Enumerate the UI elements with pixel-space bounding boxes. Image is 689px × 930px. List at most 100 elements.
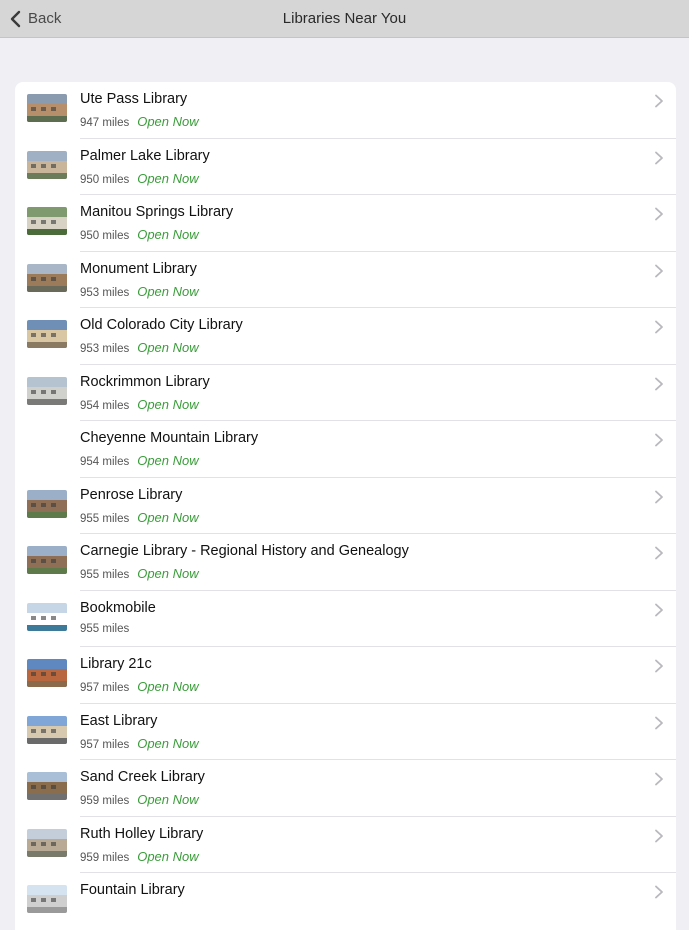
library-meta: 959 miles Open Now	[80, 792, 199, 807]
library-row[interactable]: Palmer Lake Library 950 miles Open Now	[15, 139, 676, 195]
library-list: Ute Pass Library 947 miles Open Now Palmer …	[15, 82, 676, 930]
back-button[interactable]: Back	[6, 0, 61, 37]
library-name: Monument Library	[80, 260, 197, 277]
library-name: Ute Pass Library	[80, 91, 188, 107]
library-thumbnail	[27, 885, 67, 913]
library-thumbnail	[27, 602, 67, 631]
library-meta: 947 miles Open Now	[80, 114, 199, 129]
library-thumbnail	[27, 772, 67, 800]
library-meta: 955 miles	[80, 623, 137, 635]
chevron-right-icon	[654, 264, 664, 278]
chevron-right-icon	[654, 546, 664, 560]
navigation-bar: Back Libraries Near You	[0, 0, 689, 38]
library-thumbnail	[27, 150, 67, 179]
chevron-right-icon	[654, 603, 664, 617]
library-meta: 954 miles Open Now	[80, 397, 199, 412]
library-name: Library 21c	[80, 656, 152, 672]
open-status: Open Now	[137, 679, 199, 694]
library-name: Old Colorado City Library	[80, 317, 243, 333]
chevron-right-icon	[654, 829, 664, 843]
library-row[interactable]: Carnegie Library - Regional History and …	[15, 534, 676, 591]
library-thumbnail-empty	[27, 433, 67, 461]
library-thumbnail	[27, 320, 67, 348]
library-row[interactable]: Ute Pass Library 947 miles Open Now	[15, 82, 676, 139]
library-distance: 950 miles	[80, 173, 130, 186]
library-row[interactable]: Rockrimmon Library 954 miles Open Now	[15, 365, 676, 421]
library-meta: 953 miles Open Now	[80, 284, 199, 299]
library-distance: 953 miles	[80, 286, 130, 299]
library-row[interactable]: Manitou Springs Library 950 miles Open Now	[15, 195, 676, 252]
library-name: Palmer Lake Library	[80, 147, 210, 164]
library-name: Manitou Springs Library	[80, 204, 234, 220]
library-meta: 953 miles Open Now	[80, 340, 199, 355]
chevron-right-icon	[654, 94, 664, 108]
library-thumbnail	[27, 715, 67, 744]
library-meta: 955 miles Open Now	[80, 510, 199, 525]
library-row[interactable]: Cheyenne Mountain Library 954 miles Open N…	[15, 421, 676, 478]
chevron-right-icon	[654, 772, 664, 786]
open-status: Open Now	[137, 170, 199, 186]
library-distance: 955 miles	[80, 569, 130, 581]
library-thumbnail	[27, 263, 67, 292]
library-thumbnail	[27, 489, 67, 518]
library-meta: 950 miles Open Now	[80, 227, 199, 242]
chevron-right-icon	[654, 377, 664, 391]
library-name: Rockrimmon Library	[80, 373, 210, 390]
library-name: Penrose Library	[80, 486, 183, 503]
library-row[interactable]: East Library 957 miles Open Now	[15, 704, 676, 760]
open-status: Open Now	[137, 566, 199, 581]
library-meta: 959 miles Open Now	[80, 849, 199, 864]
library-distance: 955 miles	[80, 622, 130, 635]
library-row[interactable]: Bookmobile 955 miles	[15, 591, 676, 647]
open-status: Open Now	[137, 283, 199, 299]
library-thumbnail	[27, 94, 67, 122]
open-status: Open Now	[137, 396, 199, 412]
open-status: Open Now	[137, 453, 199, 468]
library-meta: 955 miles Open Now	[80, 566, 199, 581]
library-distance: 957 miles	[80, 738, 130, 751]
library-name: Fountain Library	[80, 882, 185, 898]
open-status: Open Now	[137, 792, 199, 807]
library-row[interactable]: Ruth Holley Library 959 miles Open Now	[15, 817, 676, 873]
library-row[interactable]: Fountain Library	[15, 873, 676, 930]
library-row[interactable]: Library 21c 957 miles Open Now	[15, 647, 676, 704]
library-thumbnail	[27, 659, 67, 687]
library-name: Sand Creek Library	[80, 769, 205, 785]
library-meta: 957 miles Open Now	[80, 679, 199, 694]
library-distance: 950 miles	[80, 230, 130, 242]
chevron-right-icon	[654, 716, 664, 730]
open-status: Open Now	[137, 227, 199, 242]
open-status: Open Now	[137, 340, 199, 355]
open-status: Open Now	[137, 848, 199, 864]
chevron-right-icon	[654, 490, 664, 504]
open-status: Open Now	[137, 509, 199, 525]
chevron-right-icon	[654, 433, 664, 447]
library-distance: 959 miles	[80, 795, 130, 807]
library-row[interactable]: Sand Creek Library 959 miles Open Now	[15, 760, 676, 817]
library-row[interactable]: Penrose Library 955 miles Open Now	[15, 478, 676, 534]
library-meta: 957 miles Open Now	[80, 736, 199, 751]
page-title: Libraries Near You	[282, 10, 407, 27]
library-name: Carnegie Library - Regional History and …	[80, 543, 409, 559]
chevron-right-icon	[654, 207, 664, 221]
chevron-right-icon	[654, 151, 664, 165]
back-label: Back	[28, 10, 62, 27]
library-distance: 959 miles	[80, 851, 130, 864]
library-name: East Library	[80, 712, 158, 729]
library-meta: 950 miles Open Now	[80, 171, 199, 186]
library-distance: 947 miles	[80, 117, 130, 129]
library-row[interactable]: Monument Library 953 miles Open Now	[15, 252, 676, 308]
chevron-left-icon	[6, 9, 24, 29]
library-distance: 957 miles	[80, 682, 130, 694]
library-thumbnail	[27, 207, 67, 235]
library-thumbnail	[27, 828, 67, 857]
library-distance: 954 miles	[80, 399, 130, 412]
chevron-right-icon	[654, 320, 664, 334]
open-status: Open Now	[137, 735, 199, 751]
chevron-right-icon	[654, 659, 664, 673]
open-status: Open Now	[137, 114, 199, 129]
library-thumbnail	[27, 546, 67, 574]
library-distance: 955 miles	[80, 512, 130, 525]
library-name: Ruth Holley Library	[80, 825, 204, 842]
library-row[interactable]: Old Colorado City Library 953 miles Open N…	[15, 308, 676, 365]
